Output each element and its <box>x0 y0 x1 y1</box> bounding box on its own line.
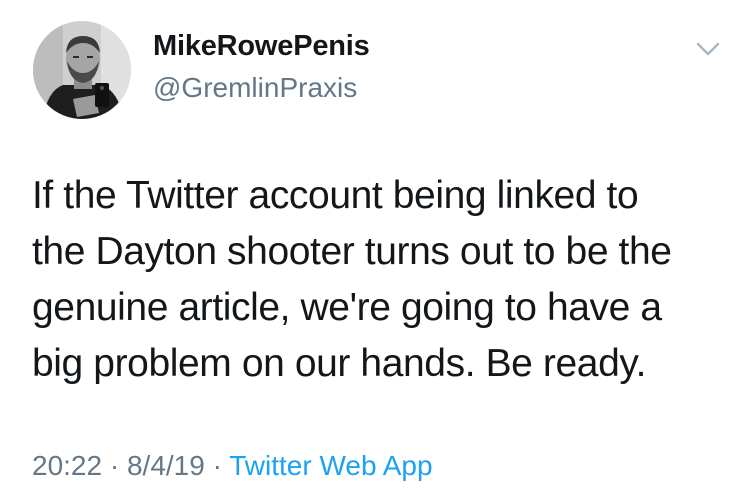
tweet-text-line: genuine article, we're going to have a <box>32 286 662 329</box>
tweet-text-line: If the Twitter account being linked to <box>32 174 639 217</box>
tweet-meta: 20:22 · 8/4/19 · Twitter Web App <box>32 450 433 482</box>
tweet-date[interactable]: 8/4/19 <box>127 450 205 481</box>
tweet-source-link[interactable]: Twitter Web App <box>229 450 432 481</box>
meta-separator: · <box>109 450 120 481</box>
tweet-time[interactable]: 20:22 <box>32 450 102 481</box>
avatar-photo <box>33 21 131 119</box>
user-handle[interactable]: @GremlinPraxis <box>153 72 357 104</box>
avatar[interactable] <box>33 21 131 119</box>
tweet-text-line: big problem on our hands. Be ready. <box>32 342 646 385</box>
tweet-card: MikeRowePenis @GremlinPraxis If the Twit… <box>0 0 750 502</box>
tweet-text-line: the Dayton shooter turns out to be the <box>32 230 672 273</box>
tweet-text: If the Twitter account being linked to t… <box>32 168 732 392</box>
display-name[interactable]: MikeRowePenis <box>153 30 370 63</box>
chevron-down-icon[interactable] <box>692 38 724 60</box>
meta-separator: · <box>212 450 222 481</box>
